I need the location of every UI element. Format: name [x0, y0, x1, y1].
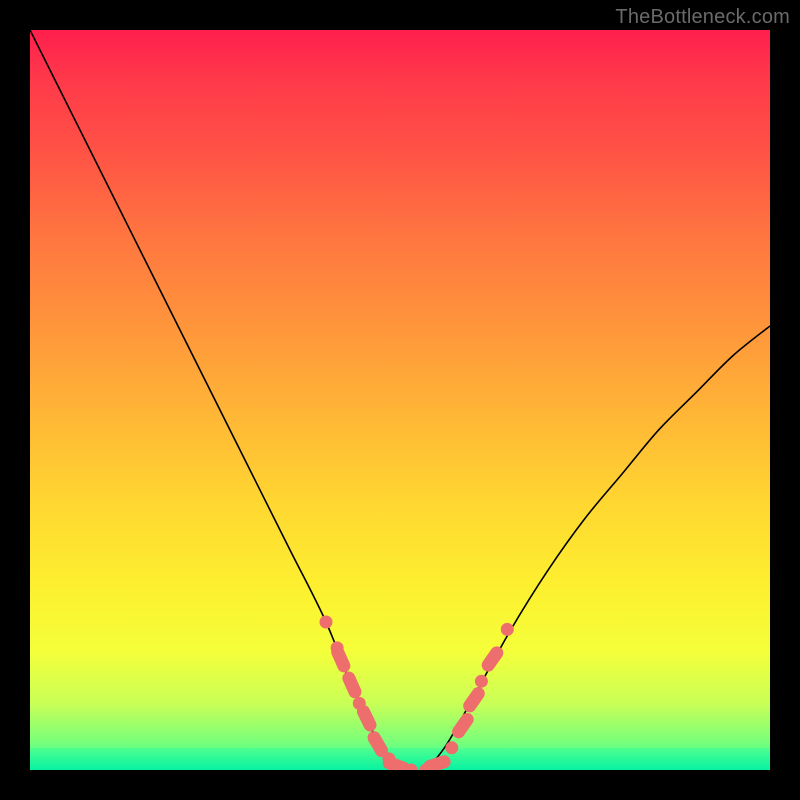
- curve-markers: [320, 616, 514, 771]
- marker-dot: [445, 741, 458, 754]
- watermark-text: TheBottleneck.com: [615, 6, 790, 29]
- marker-dot: [320, 616, 333, 629]
- marker-dot: [501, 623, 514, 636]
- marker-pill: [450, 710, 477, 740]
- marker-pill: [461, 685, 488, 715]
- marker-pill: [479, 644, 506, 674]
- marker-pill: [422, 754, 453, 770]
- bottleneck-curve: [30, 30, 770, 770]
- chart-stage: TheBottleneck.com: [0, 0, 800, 800]
- chart-svg: [30, 30, 770, 770]
- marker-dot: [475, 675, 488, 688]
- marker-pill: [340, 669, 363, 700]
- plot-area: [30, 30, 770, 770]
- marker-pill: [329, 644, 352, 675]
